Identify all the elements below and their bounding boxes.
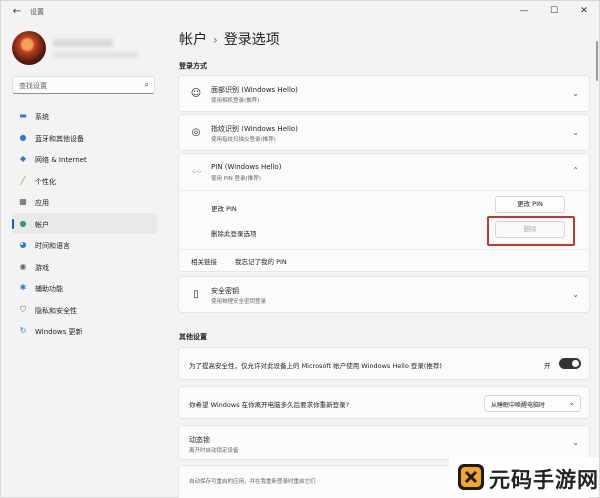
face-recognition-card[interactable]: ☺ 面部识别 (Windows Hello) 使用相机登录(推荐) ⌄ (178, 75, 590, 112)
back-arrow-icon[interactable]: ← (10, 5, 24, 19)
chevron-down-icon[interactable]: ⌄ (572, 438, 579, 447)
security-key-card[interactable]: ▯ 安全密钥 使用物理安全密钥登录 ⌄ (178, 276, 590, 313)
title-bar: ← 设置 — ☐ ✕ (1, 1, 600, 23)
pin-subtitle: 使用 PIN 登录(推荐) (211, 176, 261, 182)
fingerprint-subtitle: 使用指纹扫描仪登录(推荐) (211, 137, 276, 143)
wifi-icon: ◆ (19, 154, 27, 163)
related-links-label: 相关链接 (191, 258, 217, 266)
avatar[interactable] (12, 31, 46, 65)
hello-only-toggle[interactable] (559, 358, 581, 369)
away-dropdown-value: 从睡眠中唤醒电脑时 (491, 402, 546, 409)
pin-title: PIN (Windows Hello) (211, 163, 282, 171)
watermark: 元码手游网 (449, 457, 599, 497)
person-icon: ● (19, 218, 27, 228)
dynamic-lock-subtitle: 离开时自动锁定设备 (189, 448, 239, 454)
sidebar-item-label: 蓝牙和其他设备 (35, 134, 84, 143)
sidebar-item-label: 游戏 (35, 263, 49, 272)
sidebar-item-accounts[interactable]: ● 帐户 (12, 212, 157, 234)
sidebar-item-gaming[interactable]: ◉ 游戏 (12, 256, 157, 278)
globe-clock-icon: ◕ (19, 240, 27, 249)
away-card: 你希望 Windows 在你离开电脑多久后要求你重新登录? 从睡眠中唤醒电脑时 … (178, 386, 590, 419)
chevron-down-icon[interactable]: ⌄ (572, 290, 579, 299)
toggle-state-label: 开 (544, 362, 551, 370)
sidebar-item-time-language[interactable]: ◕ 时间和语言 (12, 234, 157, 256)
security-key-title: 安全密钥 (211, 287, 239, 295)
chevron-down-icon[interactable]: ⌄ (572, 89, 579, 98)
sidebar-item-label: 应用 (35, 199, 49, 207)
pin-card: ⁘⁘ PIN (Windows Hello) 使用 PIN 登录(推荐) ⌃ 更… (178, 153, 590, 272)
accessibility-icon: ✱ (19, 283, 27, 292)
chevron-up-icon[interactable]: ⌃ (572, 166, 579, 175)
fingerprint-icon: ◎ (191, 127, 201, 138)
restart-apps-text: 自动保存可重启的应用，并在我重新登录时重启它们 (189, 479, 316, 485)
sidebar-item-label: 隐私和安全性 (35, 306, 77, 315)
chevron-down-icon[interactable]: ⌄ (572, 128, 579, 137)
sidebar-item-label: 网络 & Internet (35, 156, 87, 164)
sidebar-item-windows-update[interactable]: ↻ Windows 更新 (12, 320, 157, 342)
chevron-down-icon: ⌄ (568, 398, 575, 407)
page-title: 登录选项 (223, 32, 280, 48)
account-name-blurred (53, 39, 113, 47)
usb-key-icon: ▯ (193, 289, 199, 300)
minimize-button[interactable]: — (511, 2, 537, 20)
sidebar-item-label: 帐户 (35, 220, 49, 229)
smiley-icon: ☺ (190, 88, 202, 99)
dynamic-lock-card[interactable]: 动态锁 离开时自动锁定设备 ⌄ (178, 425, 590, 460)
breadcrumb-parent[interactable]: 帐户 (179, 32, 207, 48)
face-subtitle: 使用相机登录(推荐) (211, 98, 260, 104)
sidebar-nav: ▬ 系统 ● 蓝牙和其他设备 ◆ 网络 & Internet ╱ 个性化 ▦ 应… (12, 105, 157, 342)
breadcrumb-separator: › (213, 33, 218, 47)
signin-heading: 登录方式 (179, 62, 207, 70)
security-key-subtitle: 使用物理安全密钥登录 (211, 299, 267, 305)
remove-signin-label: 删除此登录选项 (211, 230, 257, 238)
watermark-logo-icon (458, 464, 484, 490)
account-email-blurred (53, 52, 138, 58)
divider (179, 190, 589, 191)
fingerprint-title: 指纹识别 (Windows Hello) (211, 125, 298, 133)
watermark-text: 元码手游网 (489, 468, 599, 492)
shield-icon: ⛉ (20, 304, 26, 314)
sidebar-item-network[interactable]: ◆ 网络 & Internet (12, 148, 157, 170)
away-text: 你希望 Windows 在你离开电脑多久后要求你重新登录? (189, 401, 350, 409)
apps-icon: ▦ (19, 197, 27, 206)
close-button[interactable]: ✕ (571, 2, 597, 20)
keypad-icon: ⁘⁘ (191, 168, 202, 176)
monitor-icon: ▬ (19, 111, 27, 120)
window-title: 设置 (30, 8, 44, 16)
sidebar-item-apps[interactable]: ▦ 应用 (12, 191, 157, 213)
sidebar-item-accessibility[interactable]: ✱ 辅助功能 (12, 277, 157, 299)
sidebar-item-bluetooth[interactable]: ● 蓝牙和其他设备 (12, 127, 157, 149)
sidebar-item-label: 个性化 (35, 177, 56, 186)
sidebar-item-label: 系统 (35, 113, 49, 121)
maximize-button[interactable]: ☐ (541, 2, 567, 20)
update-icon: ↻ (19, 326, 27, 335)
sidebar-item-label: 时间和语言 (35, 242, 70, 250)
sidebar-item-personalization[interactable]: ╱ 个性化 (12, 170, 157, 192)
bluetooth-icon: ● (19, 132, 27, 142)
other-settings-heading: 其他设置 (179, 333, 207, 341)
search-icon: ⌕ (144, 80, 149, 89)
hello-only-text: 为了提高安全性，仅允许对此设备上的 Microsoft 帐户使用 Windows… (189, 362, 442, 370)
change-pin-button[interactable]: 更改 PIN (495, 196, 565, 213)
gamepad-icon: ◉ (19, 261, 27, 271)
sidebar-item-label: Windows 更新 (35, 328, 83, 336)
change-pin-label: 更改 PIN (211, 205, 237, 213)
scrollbar[interactable] (596, 41, 598, 81)
search-box[interactable]: 查找设置 ⌕ (12, 76, 155, 94)
sidebar-item-privacy[interactable]: ⛉ 隐私和安全性 (12, 299, 157, 321)
highlight-box (487, 216, 575, 246)
fingerprint-card[interactable]: ◎ 指纹识别 (Windows Hello) 使用指纹扫描仪登录(推荐) ⌄ (178, 114, 590, 151)
hello-only-card: 为了提高安全性，仅允许对此设备上的 Microsoft 帐户使用 Windows… (178, 347, 590, 380)
search-placeholder: 查找设置 (19, 82, 47, 90)
dynamic-lock-title: 动态锁 (189, 436, 210, 444)
settings-window: ← 设置 — ☐ ✕ 查找设置 ⌕ ▬ 系统 ● 蓝牙和其他设备 ◆ 网络 & … (0, 0, 600, 498)
breadcrumb: 帐户 › 登录选项 (179, 29, 280, 49)
face-title: 面部识别 (Windows Hello) (211, 86, 298, 94)
sidebar-item-label: 辅助功能 (35, 285, 63, 293)
sidebar-item-system[interactable]: ▬ 系统 (12, 105, 157, 127)
away-dropdown[interactable]: 从睡眠中唤醒电脑时 ⌄ (484, 395, 581, 412)
forgot-pin-link[interactable]: 我忘记了我的 PIN (235, 256, 287, 266)
brush-icon: ╱ (20, 175, 26, 185)
divider (179, 249, 589, 250)
